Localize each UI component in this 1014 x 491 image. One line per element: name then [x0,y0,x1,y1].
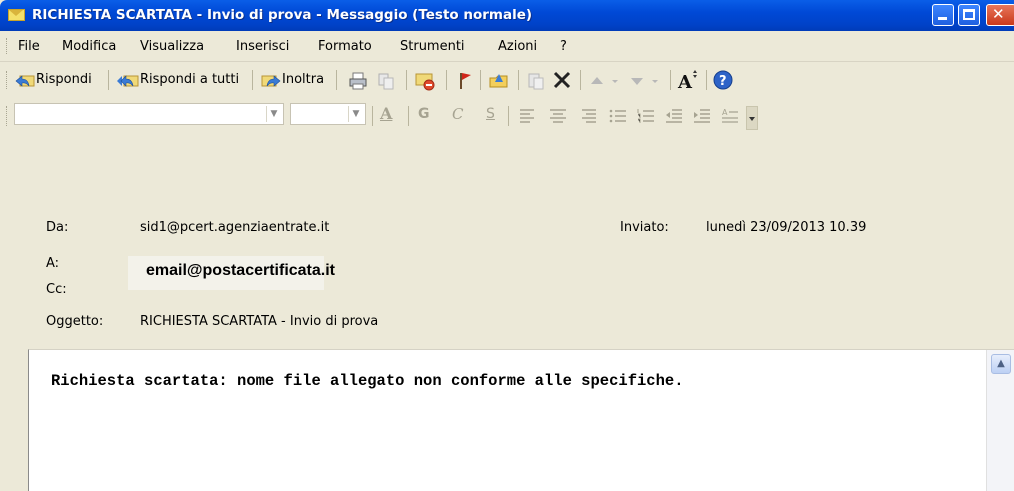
separator [408,106,409,126]
separator [518,70,519,90]
reply-button[interactable]: Rispondi [36,72,92,87]
maximize-button[interactable] [958,4,980,26]
toolbar-grip[interactable] [6,38,10,54]
subject-label: Oggetto: [46,314,104,329]
align-left-icon[interactable] [518,108,538,124]
separator [252,70,253,90]
from-value[interactable]: sid1@pcert.agenziaentrate.it [140,220,329,235]
delete-icon[interactable] [552,70,572,90]
separator [336,70,337,90]
chevron-down-icon [749,117,755,121]
help-icon[interactable]: ? [712,69,734,91]
separator [108,70,109,90]
styles-icon[interactable]: A [720,107,740,125]
chevron-up-icon: ▲ [997,358,1005,369]
flag-icon[interactable] [456,71,474,91]
title-bar[interactable]: RICHIESTA SCARTATA - Invio di prova - Me… [0,0,1014,31]
formatting-toolbar: ▼ ▼ A G C S A [0,98,1014,134]
minimize-button[interactable] [932,4,954,26]
font-size-dropdown[interactable]: ▼ [290,103,366,125]
message-text: Richiesta scartata: nome file allegato n… [51,372,684,390]
from-label: Da: [46,220,69,235]
reply-all-icon [117,75,139,87]
svg-text:A: A [677,72,693,92]
standard-toolbar: Rispondi Rispondi a tutti Inoltra A ? [0,62,1014,98]
sent-label: Inviato: [620,220,669,235]
next-item-icon[interactable] [628,71,664,91]
separator [508,106,509,126]
scroll-up-button[interactable]: ▲ [991,354,1011,374]
separator [580,70,581,90]
menu-file[interactable]: File [18,39,40,54]
increase-indent-icon[interactable] [692,108,712,124]
svg-text:A: A [722,108,728,117]
numbered-list-icon[interactable] [636,108,656,124]
italic-button[interactable]: C [452,105,463,123]
message-body[interactable]: Richiesta scartata: nome file allegato n… [28,349,1014,491]
separator [706,70,707,90]
cc-label: Cc: [46,282,67,297]
svg-text:?: ? [719,74,727,89]
forward-icon [261,75,281,87]
reply-icon [15,75,35,87]
to-value[interactable]: email@postacertificata.it [146,262,335,280]
bulleted-list-icon[interactable] [608,108,628,124]
chevron-down-icon[interactable]: ▼ [266,106,281,122]
window-title: RICHIESTA SCARTATA - Invio di prova - Me… [32,7,533,23]
menu-formato[interactable]: Formato [318,39,372,54]
menu-azioni[interactable]: Azioni [498,39,537,54]
reply-all-button[interactable]: Rispondi a tutti [140,72,239,87]
menu-bar: File Modifica Visualizza Inserisci Forma… [0,31,1014,62]
align-right-icon[interactable] [578,108,598,124]
junk-mail-icon[interactable] [414,70,436,92]
align-center-icon[interactable] [548,108,568,124]
separator [670,70,671,90]
toolbar-grip[interactable] [6,71,10,89]
vertical-scrollbar[interactable]: ▲ [986,350,1014,491]
envelope-icon [8,9,25,21]
separator [372,106,373,126]
to-label: A: [46,256,60,271]
menu-modifica[interactable]: Modifica [62,39,116,54]
separator [480,70,481,90]
font-color-button[interactable]: A [380,104,392,123]
menu-strumenti[interactable]: Strumenti [400,39,465,54]
separator [446,70,447,90]
copy-icon[interactable] [376,71,396,91]
menu-visualizza[interactable]: Visualizza [140,39,204,54]
chevron-down-icon[interactable]: ▼ [348,106,363,122]
toolbar-grip[interactable] [6,106,10,126]
separator [406,70,407,90]
forward-button[interactable]: Inoltra [282,72,324,87]
menu-help[interactable]: ? [560,39,567,54]
bold-button[interactable]: G [418,106,430,122]
font-size-icon[interactable]: A [676,68,700,92]
paste-icon[interactable] [526,71,546,91]
previous-item-icon[interactable] [588,71,624,91]
decrease-indent-icon[interactable] [664,108,684,124]
sent-value: lunedì 23/09/2013 10.39 [706,220,867,235]
message-header: Da: sid1@pcert.agenziaentrate.it Inviato… [0,134,1014,346]
underline-button[interactable]: S [486,106,495,122]
close-button[interactable] [986,4,1014,26]
toolbar-options-button[interactable] [746,106,758,130]
move-to-folder-icon[interactable] [488,70,510,92]
font-style-dropdown[interactable]: ▼ [14,103,284,125]
subject-value: RICHIESTA SCARTATA - Invio di prova [140,314,379,329]
print-icon[interactable] [348,71,368,91]
menu-inserisci[interactable]: Inserisci [236,39,289,54]
